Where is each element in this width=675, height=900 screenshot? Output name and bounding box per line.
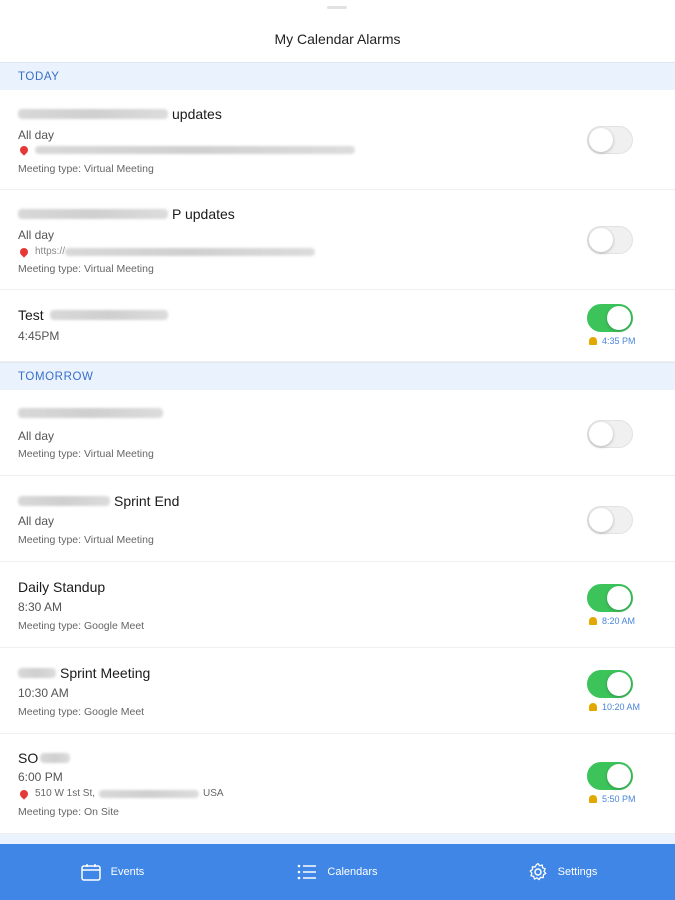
calendar-icon: [80, 863, 101, 881]
toggle-knob: [607, 672, 631, 696]
event-location: 510 W 1st St, USA: [18, 787, 224, 800]
event-time: 8:30 AM: [18, 600, 63, 614]
event-title: Sprint End: [18, 493, 179, 509]
event-time: All day: [18, 429, 55, 443]
alarm-toggle[interactable]: [587, 304, 633, 332]
tab-events[interactable]: Events: [0, 844, 225, 900]
redacted-text: [49, 310, 168, 320]
redacted-text: [40, 753, 71, 763]
event-title: Daily Standup: [18, 579, 105, 595]
event-time: 10:30 AM: [18, 686, 69, 700]
page-title: My Calendar Alarms: [274, 31, 401, 47]
next-section-header: [0, 834, 675, 844]
redacted-text: [18, 668, 56, 678]
event-title: [18, 408, 167, 418]
event-location-text: https://: [35, 246, 66, 257]
event-row[interactable]: Test 4:45PM 4:35 PM: [0, 290, 675, 362]
alarm-time-text: 10:20 AM: [602, 702, 641, 712]
event-location: https://: [18, 245, 319, 258]
location-pin-icon: [18, 144, 30, 156]
event-title: Test: [18, 307, 172, 323]
bell-icon: [589, 337, 597, 345]
event-location-country: USA: [203, 788, 224, 799]
alarm-time: 5:50 PM: [589, 794, 636, 804]
event-title: P updates: [18, 206, 235, 222]
event-title-text: SO: [18, 750, 39, 766]
event-row[interactable]: All day Meeting type: Virtual Meeting: [0, 390, 675, 476]
alarm-toggle[interactable]: [587, 506, 633, 534]
redacted-text: [65, 247, 316, 256]
section-header-tomorrow: TOMORROW: [0, 362, 675, 390]
redacted-text: [18, 209, 168, 219]
tab-settings[interactable]: Settings: [450, 844, 675, 900]
event-meeting-type: Meeting type: Google Meet: [18, 706, 145, 718]
toggle-knob: [607, 586, 631, 610]
toggle-knob: [607, 306, 631, 330]
redacted-text: [18, 496, 110, 506]
section-header-today: TODAY: [0, 62, 675, 90]
event-title-text: Test: [18, 307, 44, 323]
alarm-time: 8:20 AM: [589, 616, 635, 626]
event-row[interactable]: P updates All day https:// Meeting type:…: [0, 190, 675, 290]
event-time: 6:00 PM: [18, 770, 63, 784]
toggle-knob: [589, 422, 613, 446]
alarm-toggle[interactable]: [587, 762, 633, 790]
event-meeting-type: Meeting type: Virtual Meeting: [18, 263, 154, 275]
toggle-knob: [607, 764, 631, 788]
alarm-toggle[interactable]: [587, 584, 633, 612]
event-title-text: Daily Standup: [18, 579, 106, 595]
alarm-toggle[interactable]: [587, 226, 633, 254]
redacted-text: [35, 146, 355, 154]
toggle-knob: [589, 128, 613, 152]
event-title-text: P updates: [172, 206, 235, 222]
bell-icon: [589, 617, 597, 625]
event-title-text: Sprint End: [114, 493, 180, 509]
alarm-toggle[interactable]: [587, 420, 633, 448]
redacted-text: [18, 408, 163, 418]
event-time: All day: [18, 228, 55, 242]
alarm-time-text: 8:20 AM: [602, 616, 636, 626]
tab-label: Calendars: [327, 866, 378, 878]
event-location: [18, 144, 359, 156]
event-row[interactable]: Sprint End All day Meeting type: Virtual…: [0, 476, 675, 562]
alarm-toggle[interactable]: [587, 126, 633, 154]
location-pin-icon: [18, 245, 30, 258]
event-row[interactable]: Daily Standup 8:30 AM Meeting type: Goog…: [0, 562, 675, 648]
gear-icon: [528, 862, 548, 882]
event-title: SO: [18, 750, 74, 766]
bell-icon: [589, 795, 597, 803]
redacted-text: [99, 789, 200, 798]
alarm-time-text: 4:35 PM: [602, 336, 636, 346]
alarm-time: 10:20 AM: [589, 702, 640, 712]
event-title-text: Sprint Meeting: [60, 665, 151, 681]
event-row[interactable]: SO 6:00 PM 510 W 1st St, USA Meeting typ…: [0, 734, 675, 834]
event-time: 4:45PM: [18, 329, 60, 343]
event-title-text: updates: [172, 106, 222, 122]
alarm-time-text: 5:50 PM: [602, 794, 636, 804]
event-meeting-type: Meeting type: On Site: [18, 806, 119, 818]
event-meeting-type: Meeting type: Virtual Meeting: [18, 163, 154, 175]
event-title: Sprint Meeting: [18, 665, 150, 681]
toggle-knob: [589, 508, 613, 532]
event-time: All day: [18, 128, 55, 142]
tab-label: Settings: [557, 866, 598, 878]
bell-icon: [589, 703, 597, 711]
redacted-text: [18, 109, 168, 119]
list-icon: [297, 864, 317, 880]
event-meeting-type: Meeting type: Virtual Meeting: [18, 448, 154, 460]
event-row[interactable]: Sprint Meeting 10:30 AM Meeting type: Go…: [0, 648, 675, 734]
event-time: All day: [18, 514, 55, 528]
alarm-toggle[interactable]: [587, 670, 633, 698]
location-pin-icon: [18, 787, 30, 800]
event-title: updates: [18, 106, 222, 122]
event-row[interactable]: updates All day Meeting type: Virtual Me…: [0, 90, 675, 190]
alarm-time: 4:35 PM: [589, 336, 636, 346]
tab-calendars[interactable]: Calendars: [225, 844, 450, 900]
event-meeting-type: Meeting type: Google Meet: [18, 620, 145, 632]
event-location-text: 510 W 1st St,: [35, 788, 96, 799]
toggle-knob: [589, 228, 613, 252]
event-meeting-type: Meeting type: Virtual Meeting: [18, 534, 154, 546]
tab-bar: Events Calendars Settings: [0, 844, 675, 900]
tab-label: Events: [110, 866, 145, 878]
